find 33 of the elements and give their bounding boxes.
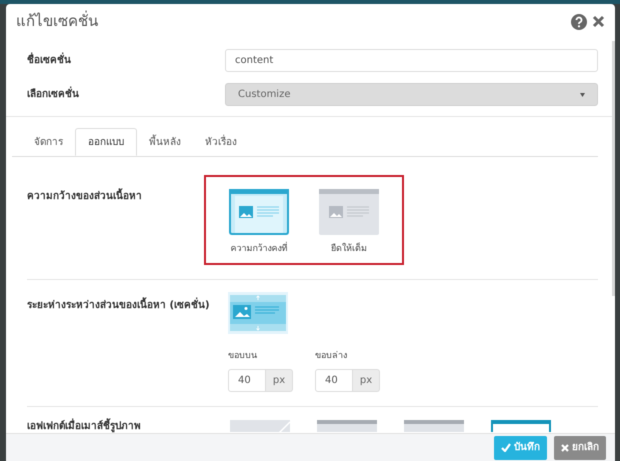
field-label: ชื่อเซคชั่น	[27, 53, 225, 68]
tab[interactable]: ออกแบบ	[75, 128, 137, 156]
dialog-title: แก้ไขเซคชั่น	[16, 10, 98, 32]
layout-option[interactable]: ยืดให้เต็ม	[314, 189, 384, 256]
layout-icon	[229, 189, 289, 235]
field-label: เลือกเซคชั่น	[27, 87, 225, 102]
field-label: ขอบล่าง	[315, 350, 348, 362]
number-field[interactable]: 40	[228, 369, 266, 392]
unit-label: px	[353, 369, 380, 392]
tab[interactable]: จัดการ	[22, 128, 75, 156]
check-icon	[501, 443, 511, 452]
tab[interactable]: พื้นหลัง	[137, 128, 193, 156]
layout-icon	[319, 189, 379, 235]
option-label: ความกว้างคงที่	[230, 243, 288, 256]
setting-label: เอฟเฟกต์เมื่อเมาส์ชี้รูปภาพ	[27, 417, 230, 434]
effect-option[interactable]	[491, 420, 551, 432]
setting-label: ความกว้างของส่วนเนื้อหา	[27, 175, 204, 264]
effect-option[interactable]	[317, 420, 377, 432]
layout-option[interactable]: ความกว้างคงที่	[224, 189, 294, 256]
text-field[interactable]: content	[225, 49, 598, 72]
select-field[interactable]: Customize	[225, 83, 598, 106]
setting-label: ระยะห่างระหว่างส่วนของเนื้อหา (เซคชั่น)	[27, 292, 228, 392]
dropdown-caret-icon	[580, 92, 585, 96]
close-icon	[561, 444, 569, 452]
unit-label: px	[266, 369, 293, 392]
help-icon[interactable]	[571, 14, 587, 30]
number-field[interactable]: 40	[315, 369, 353, 392]
effect-option[interactable]	[404, 420, 464, 432]
close-icon[interactable]	[592, 15, 605, 28]
option-label: ยืดให้เต็ม	[331, 243, 367, 256]
field-label: ขอบบน	[228, 350, 258, 362]
spacing-illustration	[228, 292, 288, 334]
tab[interactable]: หัวเรื่อง	[193, 128, 249, 156]
